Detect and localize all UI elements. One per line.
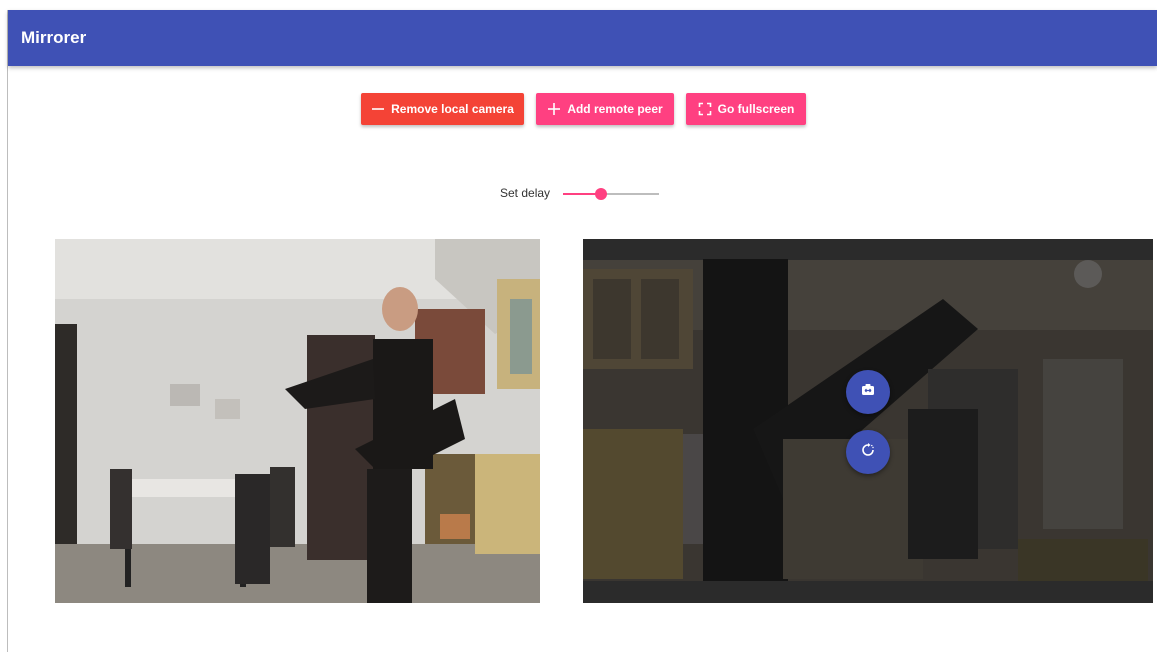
slider-thumb[interactable] — [595, 188, 608, 200]
left-border — [7, 10, 8, 652]
remove-local-camera-label: Remove local camera — [391, 102, 514, 116]
remote-peer-video — [583, 239, 1153, 603]
remote-video-frame — [583, 239, 1153, 603]
local-camera-video — [55, 239, 540, 603]
add-remote-peer-button[interactable]: Add remote peer — [536, 93, 674, 125]
fullscreen-icon — [698, 102, 712, 116]
swap-camera-button[interactable] — [846, 370, 890, 414]
minus-icon — [371, 102, 385, 116]
go-fullscreen-label: Go fullscreen — [717, 102, 795, 116]
app-title: Mirrorer — [21, 28, 87, 47]
set-delay-label: Set delay — [500, 186, 551, 200]
add-remote-peer-label: Add remote peer — [567, 102, 663, 116]
rotate-icon — [860, 442, 876, 463]
rotate-video-button[interactable] — [846, 430, 890, 474]
plus-icon — [547, 102, 561, 116]
go-fullscreen-button[interactable]: Go fullscreen — [686, 93, 806, 125]
local-video-frame — [55, 239, 540, 603]
top-strip — [0, 0, 1157, 10]
app-bar: Mirrorer — [8, 10, 1157, 66]
switch-camera-icon — [860, 382, 876, 403]
remove-local-camera-button[interactable]: Remove local camera — [361, 93, 524, 125]
delay-slider[interactable] — [563, 185, 659, 203]
